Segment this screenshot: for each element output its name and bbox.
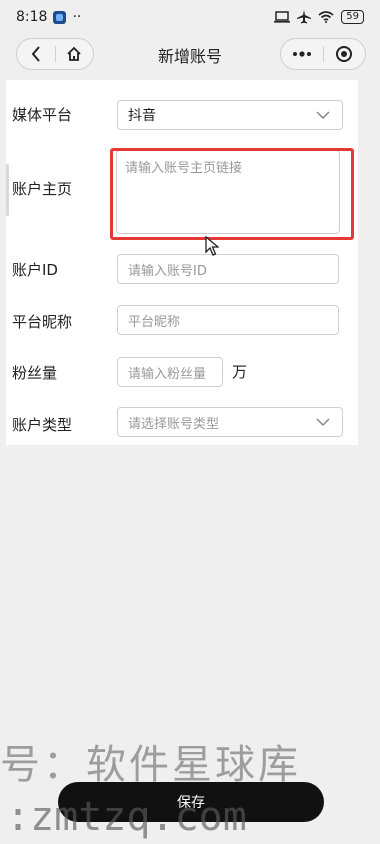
platform-select[interactable]: 抖音 — [117, 100, 343, 130]
chevron-left-icon — [31, 46, 40, 62]
account-id-placeholder: 请输入账号ID — [128, 263, 207, 279]
more-notifications-dots: ·· — [72, 9, 82, 25]
back-button[interactable] — [17, 39, 55, 69]
homepage-textarea[interactable]: 请输入账号主页链接 — [116, 150, 340, 234]
watermark-url: :zmtzq.com — [6, 794, 247, 840]
more-dots-icon — [292, 51, 311, 57]
account-type-select[interactable]: 请选择账号类型 — [117, 407, 343, 437]
target-circle-icon — [336, 46, 353, 62]
mouse-pointer-icon — [205, 236, 219, 256]
more-menu-button[interactable] — [281, 39, 323, 69]
platform-label: 媒体平台 — [12, 106, 73, 124]
account-type-placeholder: 请选择账号类型 — [128, 416, 220, 432]
account-type-label: 账户类型 — [12, 416, 73, 434]
platform-selected-value: 抖音 — [128, 108, 156, 124]
homepage-placeholder: 请输入账号主页链接 — [125, 161, 243, 176]
battery-indicator: 59 — [341, 10, 364, 24]
followers-label: 粉丝量 — [12, 364, 58, 382]
homepage-label: 账户主页 — [12, 180, 73, 198]
account-form: 媒体平台 抖音 账户主页 账户ID 请输入账号ID 平台昵称 平台昵称 粉丝量 … — [6, 80, 358, 445]
nickname-label: 平台昵称 — [12, 313, 73, 331]
navigation-bar: 新增账号 — [0, 34, 380, 76]
wifi-icon — [318, 11, 334, 23]
laptop-icon — [274, 11, 291, 23]
account-id-input[interactable]: 请输入账号ID — [117, 254, 339, 284]
followers-input[interactable]: 请输入粉丝量 — [117, 357, 223, 387]
drag-handle — [6, 164, 9, 216]
followers-placeholder: 请输入粉丝量 — [128, 366, 207, 382]
home-icon — [67, 46, 81, 61]
page-title: 新增账号 — [157, 47, 222, 66]
app-notification-icon — [53, 10, 67, 24]
nav-capsule-right — [280, 38, 366, 70]
close-miniprogram-button[interactable] — [324, 39, 366, 69]
home-button[interactable] — [56, 39, 94, 69]
chevron-down-icon — [316, 418, 330, 426]
followers-unit: 万 — [232, 363, 248, 381]
clock-time: 8:18 — [16, 9, 48, 25]
status-bar: 8:18 ·· 59 — [0, 0, 380, 34]
nickname-input[interactable]: 平台昵称 — [117, 305, 339, 335]
chevron-down-icon — [316, 111, 330, 119]
nickname-placeholder: 平台昵称 — [128, 314, 181, 330]
account-id-label: 账户ID — [12, 261, 58, 279]
airplane-icon — [297, 10, 312, 24]
nav-capsule-left — [16, 38, 94, 70]
